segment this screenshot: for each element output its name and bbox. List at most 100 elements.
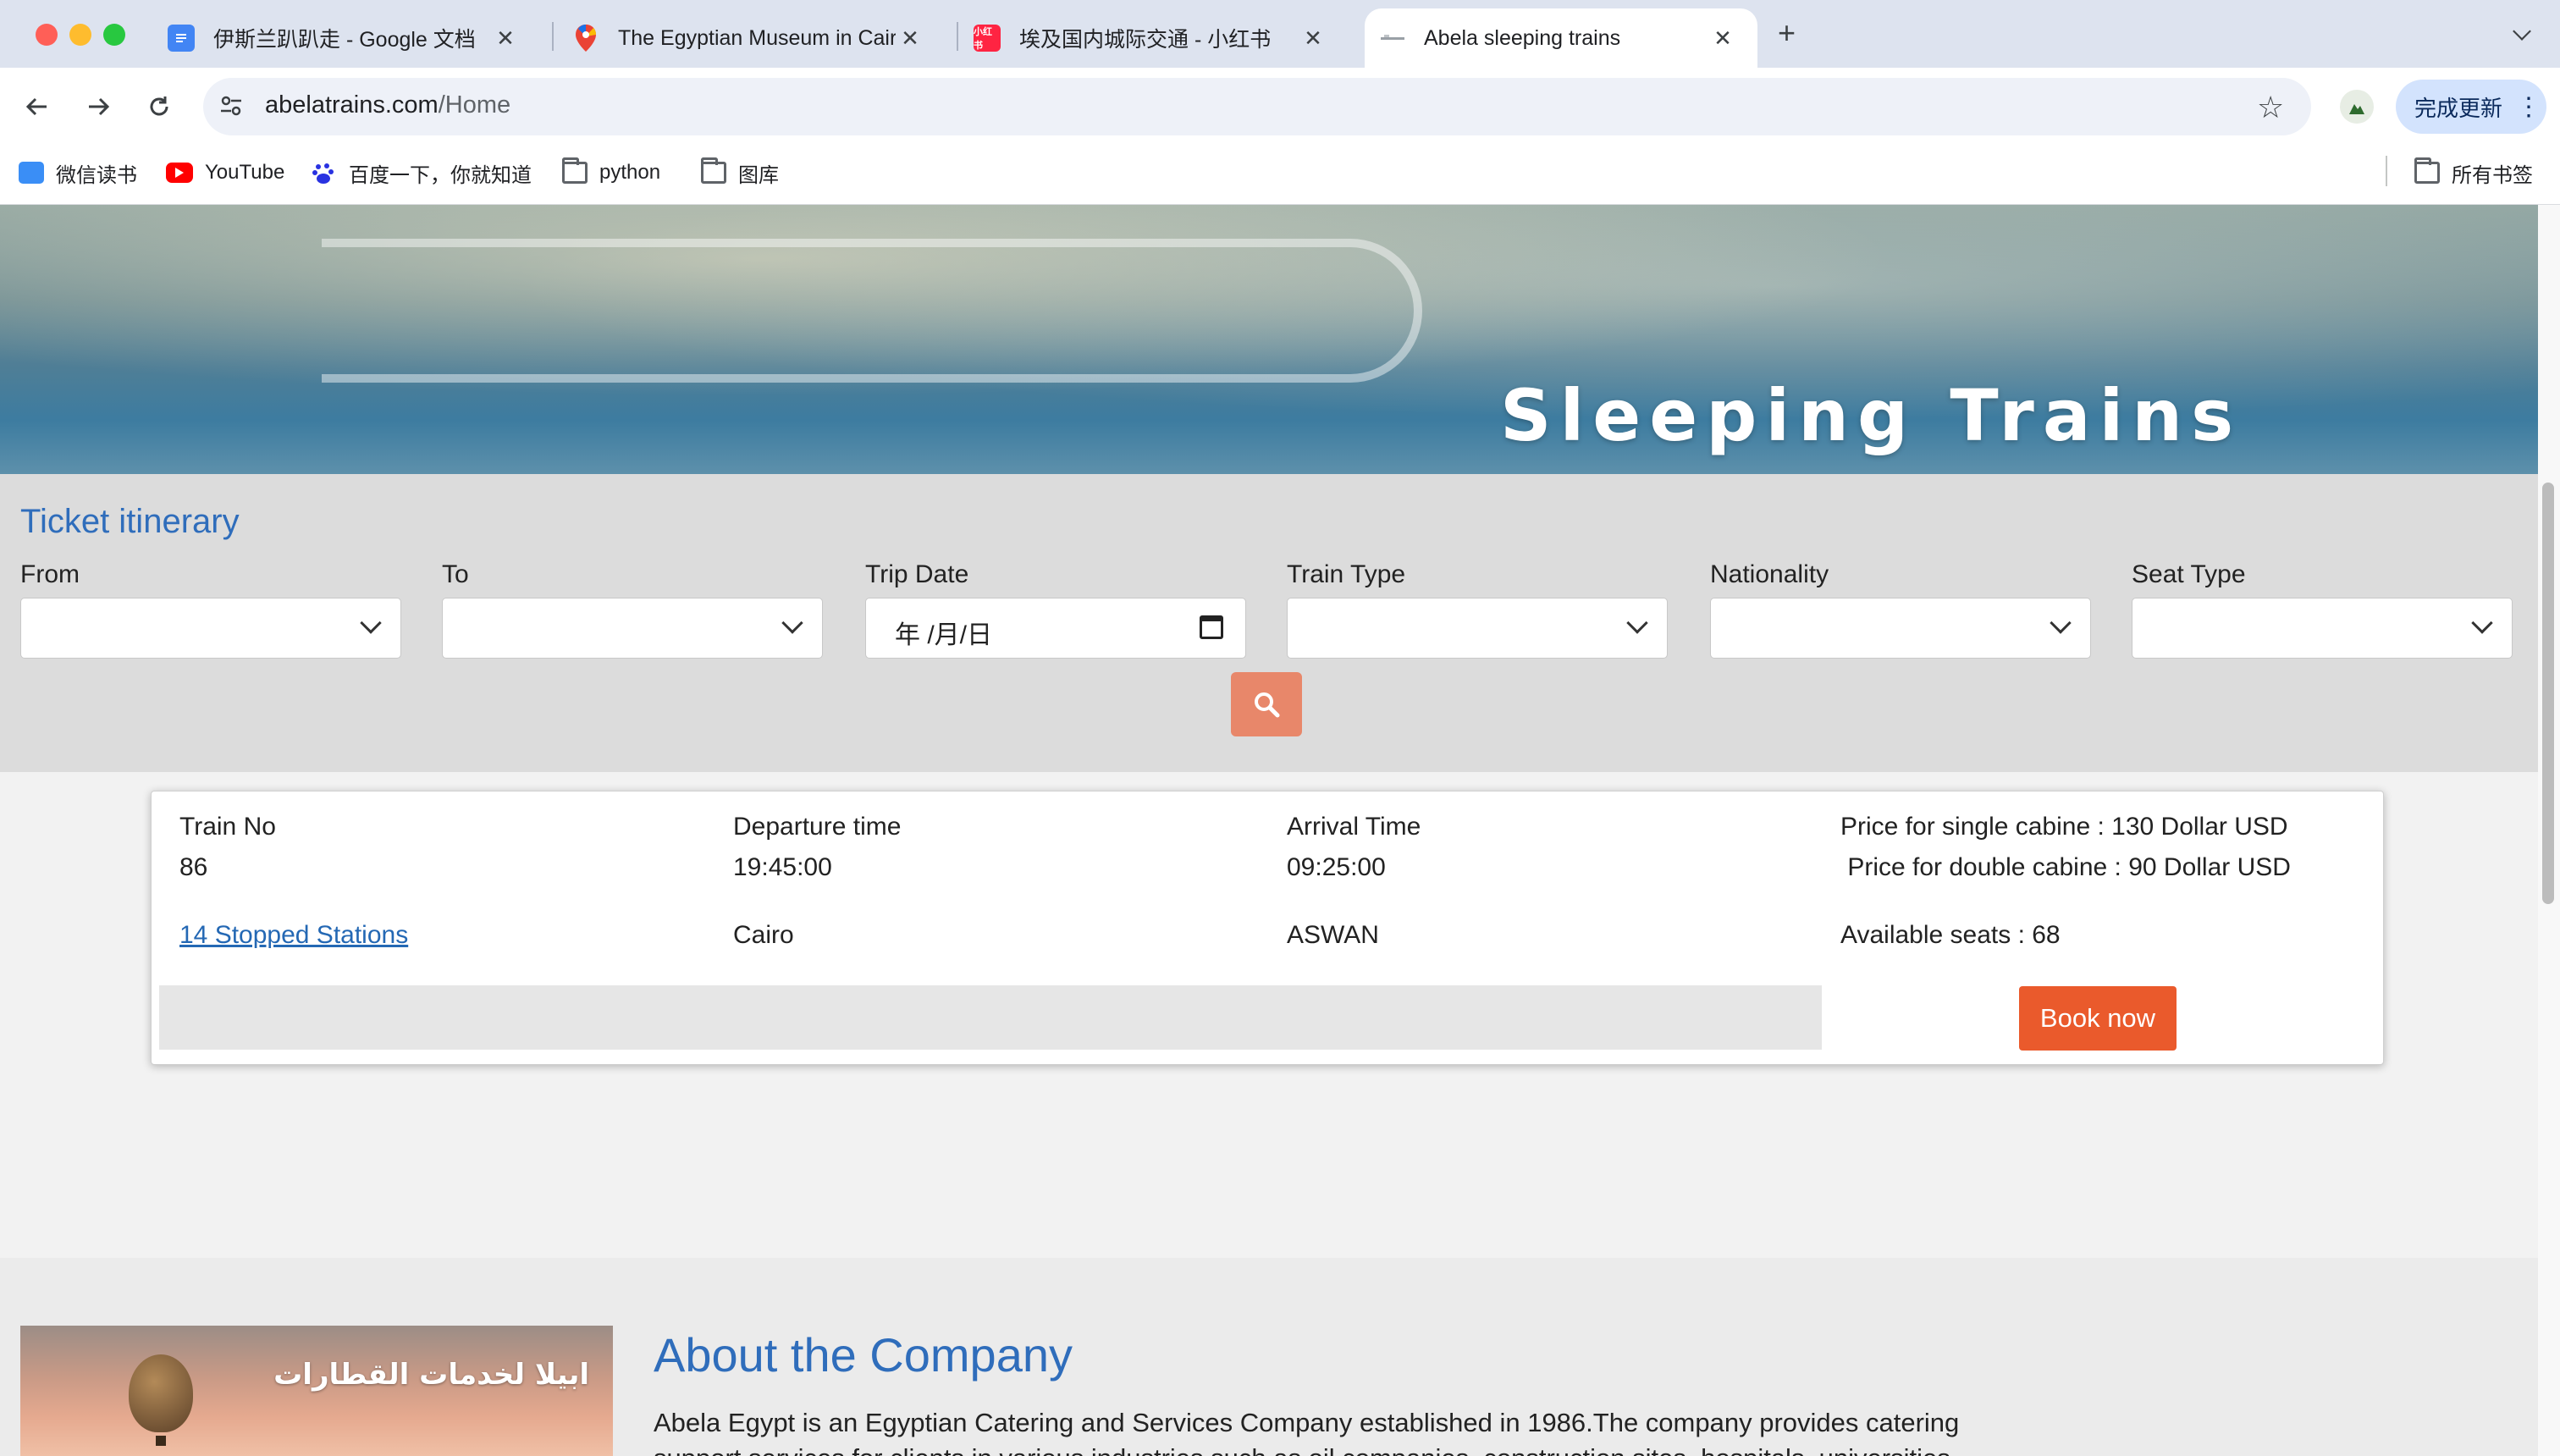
- url-host: abelatrains.com: [265, 91, 439, 119]
- to-select[interactable]: [442, 598, 823, 659]
- reload-button[interactable]: [141, 88, 178, 125]
- train-type-label: Train Type: [1287, 560, 1406, 588]
- bookmark-weread[interactable]: 微信读书: [19, 154, 137, 191]
- abela-favicon: [1380, 25, 1405, 52]
- result-footer-strip: [159, 985, 1822, 1050]
- update-label: 完成更新: [2414, 95, 2503, 121]
- bookmarks-divider: [2386, 156, 2387, 186]
- new-tab-button[interactable]: +: [1778, 15, 1796, 51]
- scrollbar-thumb[interactable]: [2542, 483, 2554, 904]
- minimize-window-button[interactable]: [69, 24, 91, 46]
- tab-title: 埃及国内城际交通 - 小红书: [1019, 28, 1272, 52]
- from-label: From: [20, 560, 80, 588]
- google-docs-icon: [168, 25, 195, 52]
- seat-type-label: Seat Type: [2132, 560, 2246, 588]
- bookmark-youtube[interactable]: YouTube: [166, 154, 284, 191]
- close-icon[interactable]: ✕: [1708, 25, 1737, 52]
- about-image: ابيلا لخدمات القطارات: [20, 1326, 613, 1456]
- all-bookmarks[interactable]: 所有书签: [2414, 154, 2533, 191]
- arrival-label: Arrival Time: [1287, 813, 1421, 841]
- from-city: Cairo: [733, 921, 794, 949]
- tab-title: Abela sleeping trains: [1424, 25, 1621, 50]
- close-window-button[interactable]: [36, 24, 58, 46]
- url-path: /Home: [438, 91, 511, 119]
- bookmark-label: 微信读书: [56, 163, 137, 187]
- folder-icon: [2414, 157, 2440, 184]
- bookmark-label: YouTube: [205, 161, 285, 184]
- stopped-stations-link[interactable]: 14 Stopped Stations: [179, 921, 408, 950]
- to-city: ASWAN: [1287, 921, 1379, 949]
- to-label: To: [442, 560, 469, 588]
- google-maps-icon: [572, 25, 599, 52]
- more-vert-icon: ⋮: [2516, 92, 2542, 121]
- price-single: Price for single cabine : 130 Dollar USD: [1840, 813, 2288, 841]
- tab-separator: [552, 22, 554, 51]
- url-text[interactable]: abelatrains.com/Home: [265, 91, 510, 119]
- train-no-label: Train No: [179, 813, 276, 841]
- bookmark-label: 所有书签: [2452, 163, 2533, 187]
- folder-icon: [701, 157, 726, 184]
- close-icon[interactable]: ✕: [896, 25, 924, 52]
- about-title: About the Company: [654, 1328, 1073, 1382]
- weread-icon: [19, 162, 44, 184]
- tab-title: The Egyptian Museum in Cairo: [618, 25, 896, 50]
- trip-date-input[interactable]: 年 /月/日: [865, 598, 1246, 659]
- train-type-select[interactable]: [1287, 598, 1668, 659]
- chevron-down-icon: [781, 612, 803, 634]
- chevron-down-icon: [2050, 612, 2072, 634]
- reload-icon: [150, 97, 168, 116]
- tab-xiaohongshu[interactable]: 小红书 埃及国内城际交通 - 小红书 ✕: [974, 8, 1348, 68]
- bookmark-gallery[interactable]: 图库: [701, 154, 779, 191]
- folder-icon: [562, 157, 588, 184]
- calendar-icon[interactable]: [1200, 615, 1223, 639]
- xiaohongshu-icon: 小红书: [974, 25, 1001, 52]
- bookmark-python[interactable]: python: [562, 154, 660, 191]
- tab-google-docs[interactable]: 伊斯兰趴趴走 - Google 文档 ✕: [168, 8, 540, 68]
- arrow-right-icon: [89, 97, 110, 116]
- balloon-basket: [156, 1436, 166, 1446]
- tab-abela-active[interactable]: Abela sleeping trains ✕: [1365, 8, 1757, 68]
- available-seats: Available seats : 68: [1840, 921, 2061, 949]
- departure-time: 19:45:00: [733, 853, 832, 881]
- departure-label: Departure time: [733, 813, 902, 841]
- price-double: Price for double cabine : 90 Dollar USD: [1840, 853, 2291, 881]
- hero-train-streak: [322, 239, 1422, 383]
- nationality-label: Nationality: [1710, 560, 1829, 588]
- extension-icon: [2349, 104, 2364, 114]
- about-image-caption: ابيلا لخدمات القطارات: [273, 1358, 589, 1392]
- chevron-down-icon: [360, 612, 382, 634]
- profile-avatar[interactable]: [2340, 90, 2374, 124]
- close-icon[interactable]: ✕: [491, 25, 520, 52]
- back-button[interactable]: [19, 88, 56, 125]
- site-info-icon[interactable]: [218, 93, 244, 123]
- trip-date-label: Trip Date: [865, 560, 969, 588]
- from-select[interactable]: [20, 598, 401, 659]
- itinerary-title: Ticket itinerary: [20, 503, 240, 540]
- search-icon: [1255, 692, 1280, 718]
- trip-date-value: 年 /月/日: [895, 621, 993, 649]
- arrival-time: 09:25:00: [1287, 853, 1386, 881]
- about-text: Abela Egypt is an Egyptian Catering and …: [654, 1408, 1960, 1456]
- bookmark-label: python: [599, 161, 661, 184]
- forward-button[interactable]: [80, 88, 117, 125]
- train-no-value: 86: [179, 853, 208, 881]
- hot-air-balloon-icon: [129, 1354, 193, 1432]
- tab-separator: [957, 22, 958, 51]
- nationality-select[interactable]: [1710, 598, 2091, 659]
- hero-title: Sleeping Trains: [1500, 374, 2243, 457]
- tab-egyptian-museum[interactable]: The Egyptian Museum in Cairo ✕: [572, 8, 945, 68]
- maximize-window-button[interactable]: [103, 24, 125, 46]
- update-button[interactable]: 完成更新 ⋮: [2396, 80, 2546, 134]
- chevron-down-icon: [1626, 612, 1648, 634]
- arrow-left-icon: [25, 97, 47, 116]
- close-icon[interactable]: ✕: [1299, 25, 1327, 52]
- book-now-button[interactable]: Book now: [2019, 986, 2177, 1051]
- bookmark-star-icon[interactable]: ☆: [2257, 90, 2284, 125]
- address-bar[interactable]: [203, 78, 2311, 135]
- tab-title: 伊斯兰趴趴走 - Google 文档: [213, 28, 476, 52]
- search-button[interactable]: [1231, 672, 1302, 736]
- seat-type-select[interactable]: [2132, 598, 2513, 659]
- bookmark-baidu[interactable]: 百度一下，你就知道: [312, 154, 532, 191]
- youtube-icon: [166, 163, 193, 183]
- baidu-icon: [312, 162, 337, 184]
